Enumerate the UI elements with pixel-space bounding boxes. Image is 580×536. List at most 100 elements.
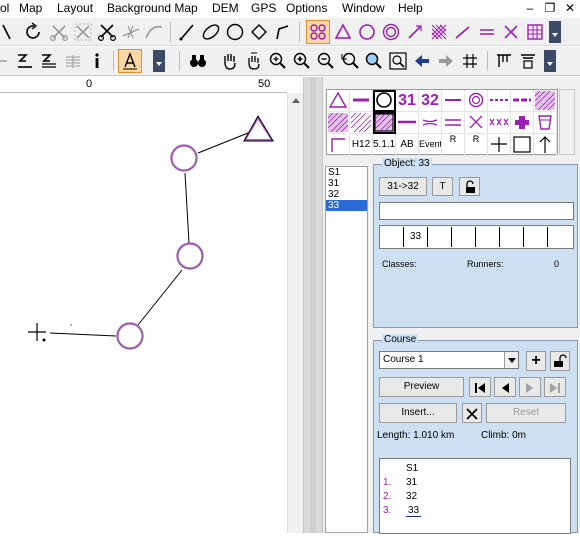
course-layer-icon[interactable] bbox=[306, 20, 330, 44]
rotate-icon[interactable] bbox=[22, 21, 44, 43]
align-text-icon[interactable] bbox=[38, 50, 60, 72]
freehand-icon[interactable] bbox=[272, 21, 294, 43]
symbol-palette-scrollbar[interactable] bbox=[559, 89, 575, 155]
ellipse-icon[interactable] bbox=[200, 21, 222, 43]
reset-button[interactable]: Reset bbox=[486, 403, 566, 423]
control-circle-31[interactable] bbox=[170, 144, 198, 172]
symbol-route-line[interactable] bbox=[511, 90, 534, 112]
symbol-cross[interactable] bbox=[465, 112, 488, 134]
symbol-forbidden-area[interactable] bbox=[327, 112, 350, 134]
lock-button[interactable] bbox=[459, 177, 480, 196]
course-lock-button[interactable] bbox=[550, 351, 570, 371]
menu-map[interactable]: Map bbox=[19, 1, 42, 15]
symbol-crosses-line[interactable] bbox=[488, 112, 511, 134]
start-triangle-icon[interactable] bbox=[332, 21, 354, 43]
object-text-field[interactable] bbox=[379, 202, 574, 220]
zoom-page-icon[interactable] bbox=[387, 50, 409, 72]
smooth-line-icon[interactable] bbox=[143, 21, 165, 43]
circle-icon[interactable] bbox=[224, 21, 246, 43]
control-circle-icon[interactable] bbox=[356, 21, 378, 43]
symbol-plus-line[interactable] bbox=[488, 134, 511, 156]
crossing-icon[interactable] bbox=[476, 21, 498, 43]
print-layout-icon[interactable] bbox=[517, 50, 539, 72]
panel-splitter[interactable] bbox=[303, 77, 323, 533]
restore-icon[interactable]: ❐ bbox=[540, 0, 560, 17]
cut-area-disabled-icon[interactable] bbox=[72, 21, 94, 43]
finish-circle-icon[interactable] bbox=[380, 21, 402, 43]
leg-line-icon[interactable] bbox=[404, 21, 426, 43]
minimize-icon[interactable]: – bbox=[520, 0, 540, 17]
symbol-text-h12[interactable]: H12 bbox=[350, 134, 373, 156]
symbol-finish-circle[interactable] bbox=[465, 90, 488, 112]
chevron-down-icon[interactable] bbox=[504, 352, 518, 368]
insert-button[interactable]: Insert... bbox=[379, 403, 457, 423]
straight-line-icon[interactable] bbox=[176, 21, 198, 43]
menu-window[interactable]: Window bbox=[342, 1, 385, 15]
menu-help[interactable]: Help bbox=[398, 1, 423, 15]
symbol-text-ab[interactable]: AB bbox=[396, 134, 419, 156]
symbol-refreshment-cup[interactable] bbox=[534, 112, 557, 134]
close-icon[interactable]: ✕ bbox=[560, 0, 580, 17]
menu-dem[interactable]: DEM bbox=[212, 1, 239, 15]
grid-icon[interactable] bbox=[459, 50, 481, 72]
toolbar-overflow-arrow-icon[interactable] bbox=[549, 21, 561, 43]
view-options-arrow-icon[interactable] bbox=[544, 50, 556, 72]
scissors-icon[interactable] bbox=[96, 21, 118, 43]
rectangle-tool-icon[interactable] bbox=[248, 21, 270, 43]
symbol-first-aid-plus[interactable] bbox=[511, 112, 534, 134]
symbol-line-thin[interactable] bbox=[442, 90, 465, 112]
control-circle-32[interactable] bbox=[176, 242, 204, 270]
symbol-dashed-line[interactable] bbox=[488, 90, 511, 112]
zoom-in-plus-icon[interactable] bbox=[291, 50, 313, 72]
symbol-start-triangle[interactable] bbox=[327, 90, 350, 112]
symbol-double-line[interactable] bbox=[442, 112, 465, 134]
symbol-control-code-31[interactable]: 31 bbox=[396, 90, 419, 112]
menu-gps[interactable]: GPS bbox=[251, 1, 276, 15]
zoom-in-icon[interactable] bbox=[267, 50, 289, 72]
zoom-selection-icon[interactable] bbox=[363, 50, 385, 72]
forbidden-area-icon[interactable] bbox=[428, 21, 450, 43]
text-box-icon[interactable] bbox=[62, 50, 84, 72]
zoom-previous-icon[interactable] bbox=[339, 50, 361, 72]
menu-tool[interactable]: ol bbox=[0, 1, 9, 15]
text-options-arrow-icon[interactable] bbox=[153, 50, 165, 72]
symbol-north-arrow[interactable] bbox=[534, 134, 557, 156]
symbol-text-r-grid[interactable]: R bbox=[465, 134, 488, 156]
symbol-corner-mark[interactable] bbox=[327, 134, 350, 156]
text-button[interactable]: T bbox=[432, 177, 453, 196]
control-list-item-31[interactable]: 31 bbox=[326, 178, 367, 189]
symbol-out-of-bounds[interactable] bbox=[350, 112, 373, 134]
symbol-crossing-point[interactable] bbox=[419, 112, 442, 134]
symbol-frame[interactable] bbox=[511, 134, 534, 156]
previous-control-button[interactable] bbox=[494, 377, 516, 397]
control-circle-33[interactable] bbox=[116, 322, 144, 350]
symbol-restricted-area[interactable] bbox=[373, 112, 396, 134]
preview-button[interactable]: Preview bbox=[379, 377, 464, 397]
next-control-button[interactable] bbox=[519, 377, 541, 397]
pan-hand-icon[interactable] bbox=[219, 50, 241, 72]
symbol-text-r-box[interactable]: R bbox=[442, 134, 465, 156]
map-vertical-scrollbar[interactable] bbox=[287, 93, 303, 533]
symbol-control-circle[interactable] bbox=[373, 90, 396, 112]
symbol-text-event[interactable]: Event bbox=[419, 134, 442, 156]
symbol-line-thick[interactable] bbox=[350, 90, 373, 112]
info-icon[interactable] bbox=[86, 50, 108, 72]
align-bottom-icon[interactable] bbox=[14, 50, 36, 72]
control-list-item-33[interactable]: 33 bbox=[326, 200, 367, 211]
symbol-text-511[interactable]: 5.1.1 bbox=[373, 134, 396, 156]
map-canvas[interactable] bbox=[0, 93, 287, 533]
forbidden-cross-icon[interactable] bbox=[500, 21, 522, 43]
text-tool-icon[interactable] bbox=[118, 49, 142, 73]
start-triangle[interactable] bbox=[243, 115, 274, 142]
course-select[interactable]: Course 1 bbox=[379, 351, 519, 369]
previous-view-arrow-icon[interactable] bbox=[411, 50, 433, 72]
delete-control-button[interactable] bbox=[462, 403, 482, 423]
select-arrow-icon[interactable] bbox=[0, 21, 22, 43]
cut-line-icon[interactable] bbox=[120, 21, 142, 43]
menu-options[interactable]: Options bbox=[286, 1, 327, 15]
menu-background-map[interactable]: Background Map bbox=[107, 1, 198, 15]
menu-layout[interactable]: Layout bbox=[57, 1, 93, 15]
symbol-control-code-32[interactable]: 32 bbox=[419, 90, 442, 112]
leg-connector-icon[interactable] bbox=[452, 21, 474, 43]
find-binoculars-icon[interactable] bbox=[187, 50, 209, 72]
